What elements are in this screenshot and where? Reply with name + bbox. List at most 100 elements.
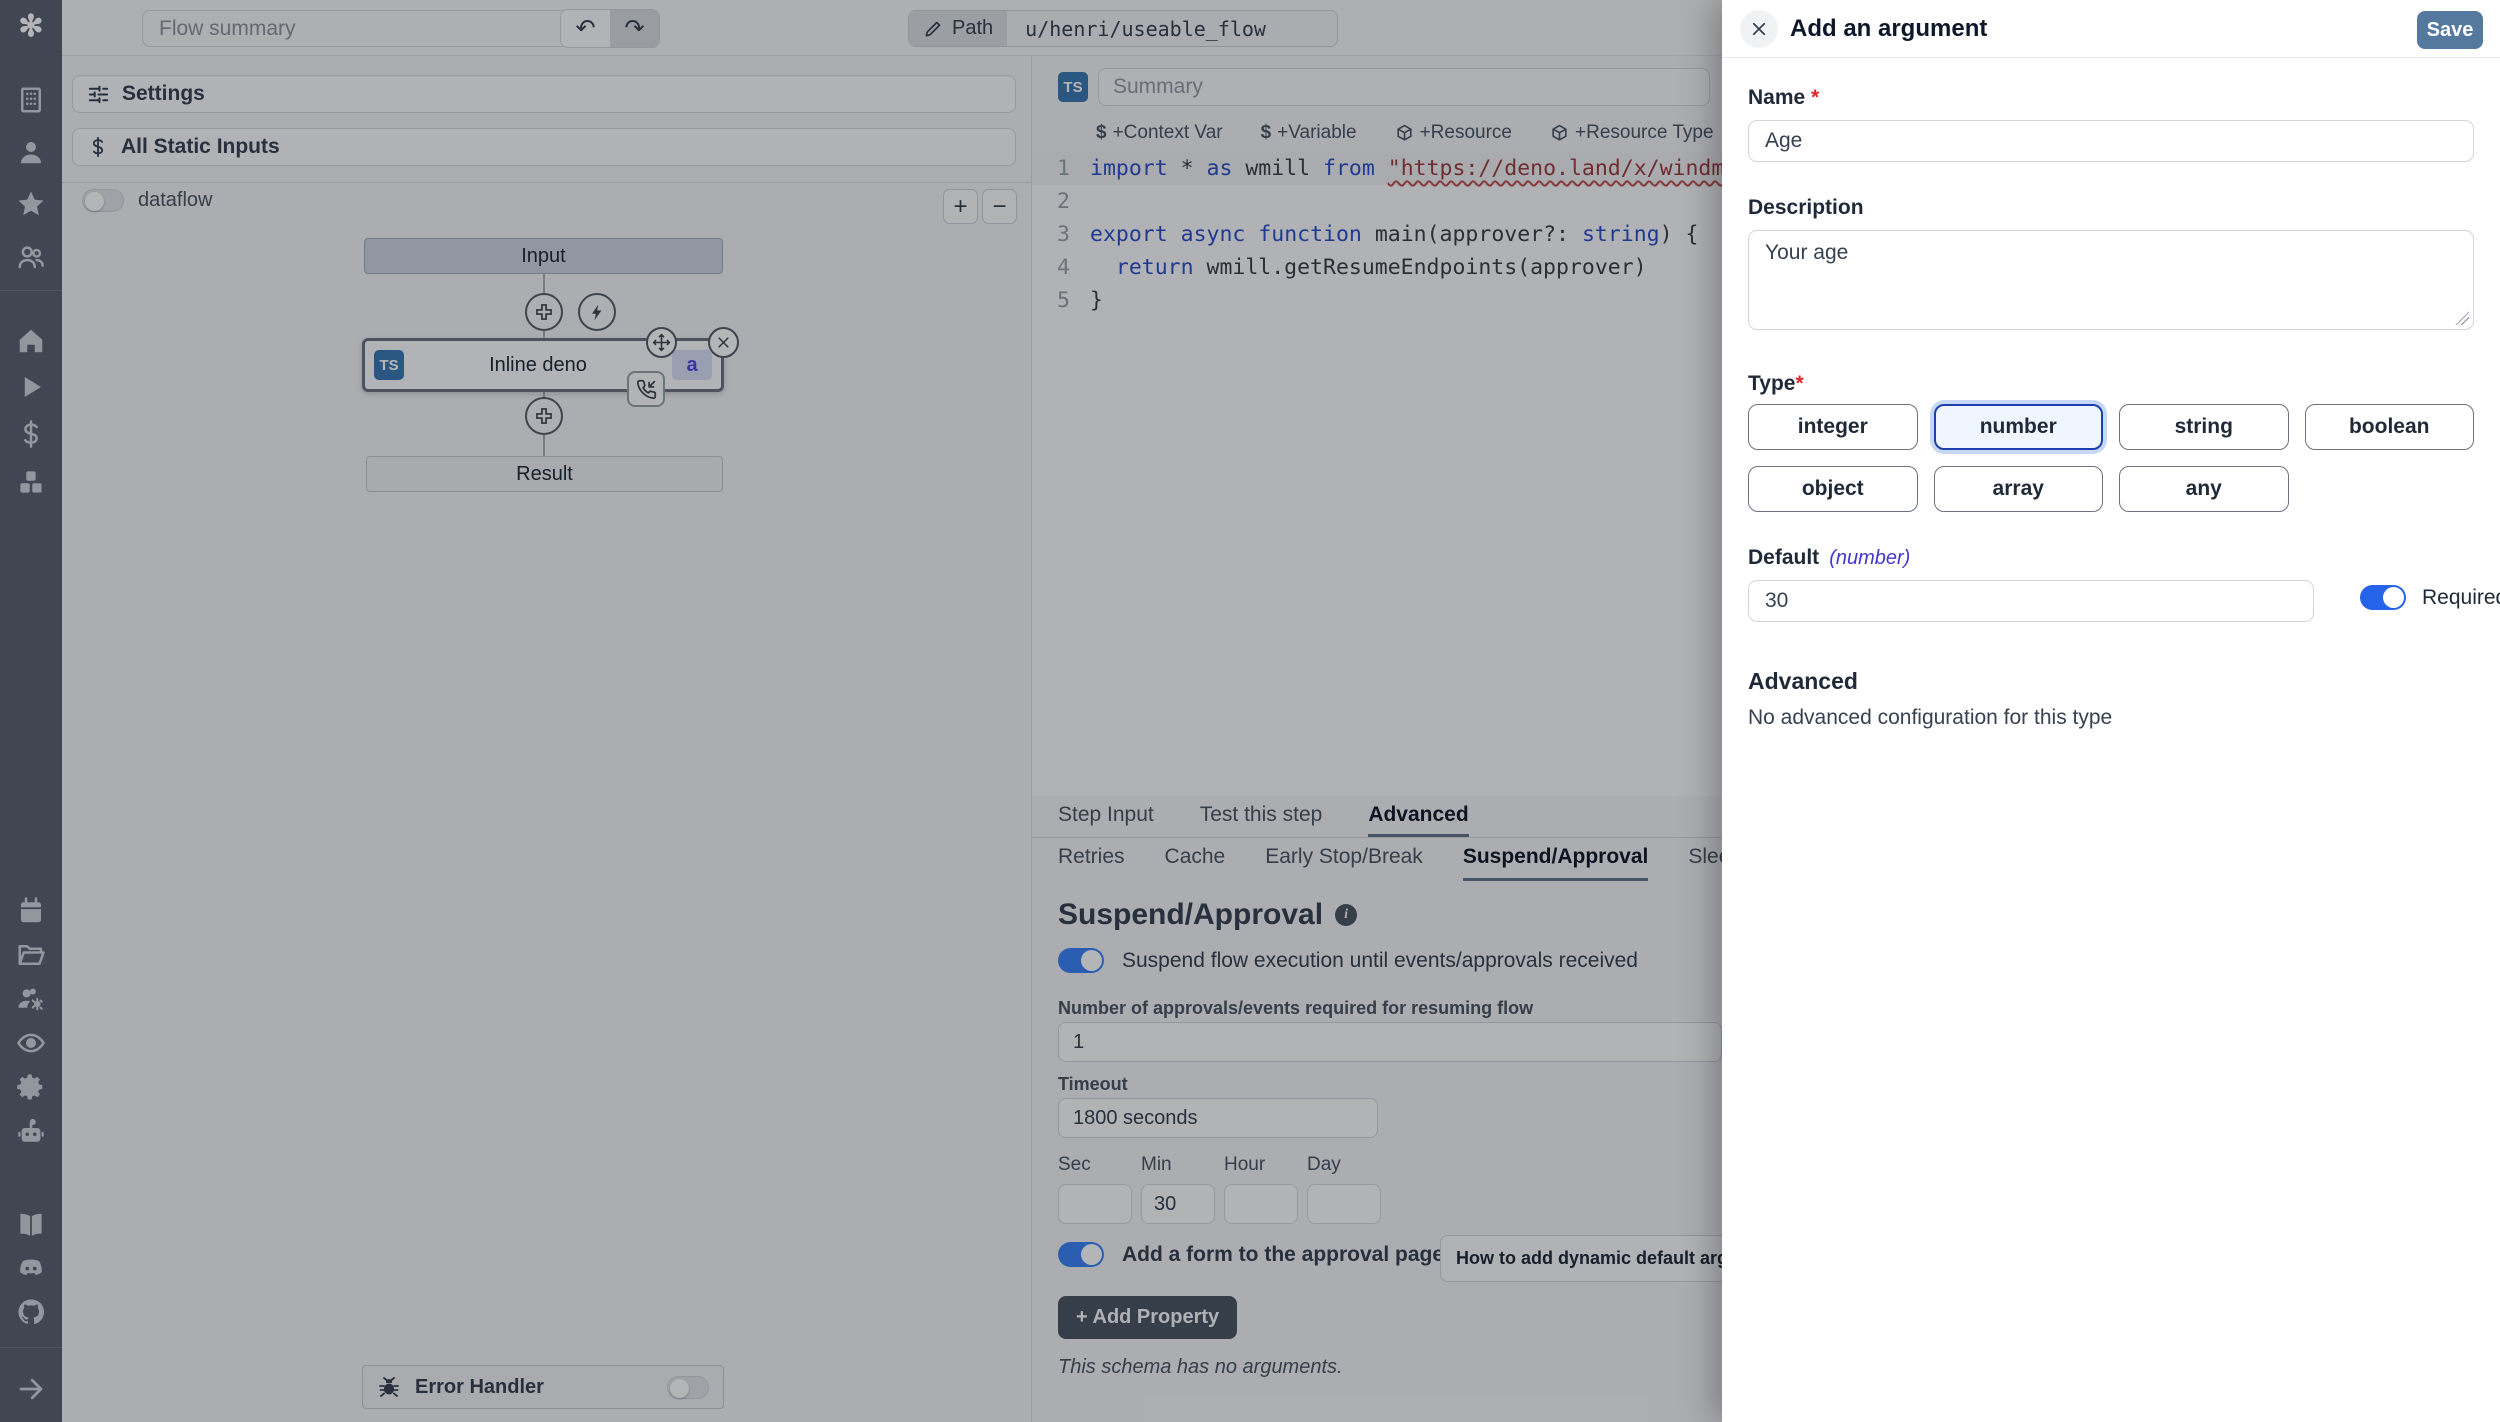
add-step-button[interactable] [525, 293, 563, 331]
zoom-out-button[interactable]: − [982, 189, 1017, 224]
flow-node-input[interactable]: Input [364, 238, 723, 274]
cube-icon [1395, 124, 1414, 143]
suspend-phone-badge[interactable] [627, 371, 665, 407]
add-resource-type-button[interactable]: +Resource Type [1550, 122, 1714, 144]
type-any-button[interactable]: any [2119, 466, 2289, 512]
schedules-calendar-icon[interactable] [16, 896, 46, 926]
favorites-star-icon[interactable] [16, 189, 46, 219]
code-line[interactable]: 4 return wmill.getResumeEndpoints(approv… [1032, 251, 1722, 284]
resize-handle[interactable] [2455, 311, 2469, 325]
argument-badge: a [672, 350, 712, 380]
required-label: Required [2422, 586, 2500, 610]
type-string-button[interactable]: string [2119, 404, 2289, 450]
code-line[interactable]: 5} [1032, 284, 1722, 317]
subtab-early-stop[interactable]: Early Stop/Break [1265, 838, 1423, 881]
add-step-button[interactable] [525, 397, 563, 435]
dynamic-default-args-button[interactable]: How to add dynamic default args [1440, 1235, 1722, 1282]
robot-icon[interactable] [16, 1118, 46, 1148]
drawer-title: Add an argument [1790, 15, 1987, 43]
runs-play-icon[interactable] [16, 372, 46, 402]
tab-test-this-step[interactable]: Test this step [1200, 797, 1323, 837]
flow-summary-input[interactable]: Flow summary [142, 10, 597, 47]
folders-icon[interactable] [16, 940, 46, 970]
editor-toolbar: $+Context Var $+Variable +Resource +Reso… [1032, 116, 1722, 150]
variables-dollar-icon[interactable] [16, 419, 46, 449]
add-context-var-button[interactable]: $+Context Var [1096, 122, 1223, 144]
approvals-count-input[interactable]: 1 [1058, 1022, 1722, 1062]
required-toggle[interactable] [2360, 585, 2406, 610]
tab-advanced[interactable]: Advanced [1368, 797, 1468, 837]
suspend-enable-toggle[interactable] [1058, 948, 1104, 973]
audit-eye-icon[interactable] [16, 1028, 46, 1058]
groups-icon[interactable] [16, 242, 46, 272]
type-object-button[interactable]: object [1748, 466, 1918, 512]
info-icon[interactable]: i [1335, 904, 1357, 926]
github-icon[interactable] [16, 1297, 46, 1327]
add-resource-button[interactable]: +Resource [1395, 122, 1512, 144]
code-editor[interactable]: 1import * as wmill from "https://deno.la… [1032, 152, 1722, 796]
subtab-suspend-approval[interactable]: Suspend/Approval [1463, 838, 1649, 881]
sidebar: ✻ [0, 0, 62, 1422]
add-argument-drawer: Add an argument Save Name * Age Descript… [1722, 0, 2500, 1422]
timeout-day-block: Day [1307, 1154, 1381, 1224]
subtab-cache[interactable]: Cache [1165, 838, 1226, 881]
code-line[interactable]: 1import * as wmill from "https://deno.la… [1032, 152, 1722, 185]
resources-cubes-icon[interactable] [16, 467, 46, 497]
subtab-sleep[interactable]: Sleep [1688, 838, 1722, 881]
code-line[interactable]: 2 [1032, 185, 1722, 218]
type-array-button[interactable]: array [1934, 466, 2104, 512]
suspend-approval-section: Suspend/Approval i [1058, 884, 1722, 932]
min-input[interactable]: 30 [1141, 1184, 1215, 1224]
all-static-inputs-button[interactable]: All Static Inputs [72, 128, 1016, 166]
dataflow-toggle[interactable] [82, 189, 124, 212]
redo-button[interactable]: ↷ [610, 10, 659, 47]
error-handler-node[interactable]: Error Handler [362, 1365, 724, 1409]
docs-book-icon[interactable] [16, 1210, 46, 1240]
discord-icon[interactable] [16, 1253, 46, 1283]
add-variable-button[interactable]: $+Variable [1261, 122, 1357, 144]
zoom-in-button[interactable]: + [943, 189, 978, 224]
hour-input[interactable] [1224, 1184, 1298, 1224]
description-textarea[interactable]: Your age [1748, 230, 2474, 330]
type-number-button[interactable]: number [1934, 404, 2104, 450]
approval-form-toggle[interactable] [1058, 1242, 1104, 1267]
type-boolean-button[interactable]: boolean [2305, 404, 2475, 450]
dataflow-row: dataflow [82, 189, 213, 212]
workers-users-gear-icon[interactable] [16, 984, 46, 1014]
windmill-logo-icon[interactable]: ✻ [18, 12, 43, 42]
default-input[interactable]: 30 [1748, 580, 2314, 622]
home-icon[interactable] [16, 326, 46, 356]
subtab-retries[interactable]: Retries [1058, 838, 1125, 881]
flow-node-result[interactable]: Result [366, 456, 723, 492]
flow-settings-button[interactable]: Settings [72, 75, 1016, 113]
close-icon[interactable] [1740, 10, 1778, 48]
user-icon[interactable] [16, 137, 46, 167]
settings-gear-icon[interactable] [16, 1072, 46, 1102]
sec-input[interactable] [1058, 1184, 1132, 1224]
undo-button[interactable]: ↶ [561, 10, 610, 47]
add-property-button[interactable]: + Add Property [1058, 1296, 1237, 1339]
day-input[interactable] [1307, 1184, 1381, 1224]
default-type-hint: (number) [1829, 547, 1910, 569]
collapse-arrow-right-icon[interactable] [16, 1374, 46, 1404]
dataflow-label: dataflow [138, 189, 213, 212]
delete-node-button[interactable] [708, 327, 739, 358]
workspace-building-icon[interactable] [16, 85, 46, 115]
move-node-handle[interactable] [646, 327, 677, 358]
trigger-bolt-button[interactable] [578, 293, 616, 331]
timeout-input[interactable]: 1800 seconds [1058, 1098, 1378, 1138]
tab-step-input[interactable]: Step Input [1058, 797, 1154, 837]
summary-input[interactable]: Summary [1098, 68, 1710, 106]
timeout-label: Timeout [1058, 1074, 1128, 1095]
suspend-toggle-row: Suspend flow execution until events/appr… [1058, 948, 1638, 973]
windmill-flow-editor: ✻ Flow summary ↶ ↷ Path [0, 0, 2500, 1422]
bug-icon [377, 1375, 401, 1399]
path-field[interactable]: Path u/henri/useable_flow [908, 10, 1338, 47]
error-handler-toggle[interactable] [667, 1376, 709, 1399]
divider [62, 182, 1031, 183]
type-integer-button[interactable]: integer [1748, 404, 1918, 450]
name-input[interactable]: Age [1748, 120, 2474, 162]
code-line[interactable]: 3export async function main(approver?: s… [1032, 218, 1722, 251]
save-button[interactable]: Save [2417, 11, 2483, 49]
sidebar-divider [0, 290, 62, 291]
